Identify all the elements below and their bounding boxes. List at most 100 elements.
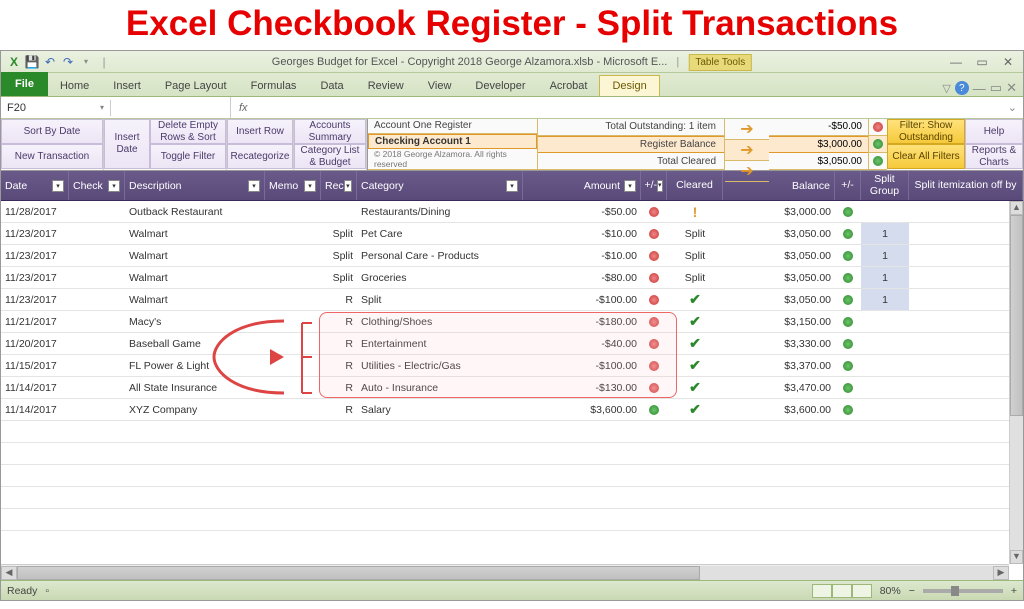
cell-description[interactable]: Walmart — [125, 267, 265, 288]
cell-category[interactable]: Personal Care - Products — [357, 245, 523, 266]
cell-category[interactable]: Split — [357, 289, 523, 310]
cell-date[interactable]: 11/28/2017 — [1, 201, 69, 222]
table-row[interactable]: 11/15/2017FL Power & LightRUtilities - E… — [1, 355, 1023, 377]
cell-balance[interactable]: $3,470.00 — [723, 377, 835, 398]
recategorize-button[interactable]: Recategorize — [227, 144, 293, 169]
cell-split-off[interactable] — [909, 201, 1023, 222]
cell-category[interactable]: Utilities - Electric/Gas — [357, 355, 523, 376]
cell-amount[interactable]: -$50.00 — [523, 201, 641, 222]
cell-cleared[interactable]: ✔ — [667, 333, 723, 354]
cell-split-off[interactable] — [909, 223, 1023, 244]
sort-by-date-button[interactable]: Sort By Date — [1, 119, 103, 144]
col-date[interactable]: Date▾ — [1, 171, 69, 200]
table-tools-tab[interactable]: Table Tools — [688, 54, 752, 71]
cell-split-group[interactable] — [861, 355, 909, 376]
col-cleared[interactable]: Cleared — [667, 171, 723, 200]
cell-check[interactable] — [69, 289, 125, 310]
cell-split-off[interactable] — [909, 399, 1023, 420]
cell-amount[interactable]: -$40.00 — [523, 333, 641, 354]
table-row[interactable]: 11/23/2017WalmartSplitGroceries-$80.00Sp… — [1, 267, 1023, 289]
acrobat-tab[interactable]: Acrobat — [538, 76, 600, 96]
cell-rec[interactable]: Split — [321, 267, 357, 288]
macro-record-icon[interactable]: ▫ — [45, 585, 49, 597]
close-icon[interactable]: ✕ — [997, 55, 1019, 69]
cell-split-off[interactable] — [909, 289, 1023, 310]
cell-description[interactable]: Baseball Game — [125, 333, 265, 354]
formulas-tab[interactable]: Formulas — [239, 76, 309, 96]
category-list-button[interactable]: Category List & Budget — [294, 144, 366, 169]
cell-rec[interactable]: Split — [321, 223, 357, 244]
cell-memo[interactable] — [265, 333, 321, 354]
cell-split-group[interactable]: 1 — [861, 267, 909, 288]
name-box[interactable]: F20▾ — [1, 100, 111, 116]
cell-amount[interactable]: -$80.00 — [523, 267, 641, 288]
insert-row-button[interactable]: Insert Row — [227, 119, 293, 144]
cell-date[interactable]: 11/21/2017 — [1, 311, 69, 332]
cell-date[interactable]: 11/23/2017 — [1, 267, 69, 288]
page-break-view-icon[interactable] — [852, 584, 872, 598]
col-balance[interactable]: Balance — [723, 171, 835, 200]
table-row[interactable]: 11/23/2017WalmartRSplit-$100.00✔$3,050.0… — [1, 289, 1023, 311]
cell-check[interactable] — [69, 311, 125, 332]
cell-category[interactable]: Pet Care — [357, 223, 523, 244]
cell-category[interactable]: Auto - Insurance — [357, 377, 523, 398]
excel-icon[interactable]: X — [5, 53, 23, 71]
cell-split-group[interactable]: 1 — [861, 245, 909, 266]
cell-memo[interactable] — [265, 377, 321, 398]
cell-rec[interactable]: R — [321, 399, 357, 420]
home-tab[interactable]: Home — [48, 76, 101, 96]
ribbon-minimize-icon[interactable]: ▽ — [942, 82, 950, 95]
scroll-right-icon[interactable]: ▶ — [993, 566, 1009, 580]
account-name[interactable]: Checking Account 1 — [368, 134, 537, 150]
data-tab[interactable]: Data — [308, 76, 355, 96]
cell-description[interactable]: All State Insurance — [125, 377, 265, 398]
qat-customize-icon[interactable]: ▾ — [77, 53, 95, 71]
cell-amount[interactable]: -$100.00 — [523, 355, 641, 376]
col-description[interactable]: Description▾ — [125, 171, 265, 200]
cell-category[interactable]: Groceries — [357, 267, 523, 288]
cell-rec[interactable]: R — [321, 289, 357, 310]
maximize-icon[interactable]: ▭ — [971, 55, 993, 69]
cell-description[interactable]: Walmart — [125, 245, 265, 266]
cell-cleared[interactable]: ✔ — [667, 399, 723, 420]
cell-split-off[interactable] — [909, 311, 1023, 332]
cell-split-group[interactable] — [861, 333, 909, 354]
cell-rec[interactable]: R — [321, 377, 357, 398]
cell-check[interactable] — [69, 355, 125, 376]
scroll-thumb[interactable] — [1010, 215, 1023, 416]
cell-check[interactable] — [69, 201, 125, 222]
cell-description[interactable]: Macy's — [125, 311, 265, 332]
table-row[interactable]: 11/20/2017Baseball GameREntertainment-$4… — [1, 333, 1023, 355]
cell-split-group[interactable] — [861, 201, 909, 222]
filter-show-outstanding-button[interactable]: Filter: Show Outstanding — [887, 119, 965, 144]
col-rec[interactable]: Rec▾ — [321, 171, 357, 200]
cell-date[interactable]: 11/23/2017 — [1, 245, 69, 266]
cell-split-off[interactable] — [909, 355, 1023, 376]
cell-date[interactable]: 11/23/2017 — [1, 223, 69, 244]
save-icon[interactable]: 💾 — [23, 53, 41, 71]
cell-amount[interactable]: -$10.00 — [523, 245, 641, 266]
minimize-icon[interactable]: — — [945, 55, 967, 69]
cell-balance[interactable]: $3,600.00 — [723, 399, 835, 420]
cell-split-group[interactable]: 1 — [861, 223, 909, 244]
col-plus-minus-1[interactable]: +/-▾ — [641, 171, 667, 200]
cell-split-group[interactable] — [861, 311, 909, 332]
cell-split-group[interactable]: 1 — [861, 289, 909, 310]
cell-split-group[interactable] — [861, 377, 909, 398]
cell-check[interactable] — [69, 245, 125, 266]
cell-date[interactable]: 11/23/2017 — [1, 289, 69, 310]
cell-category[interactable]: Entertainment — [357, 333, 523, 354]
empty-row[interactable] — [1, 465, 1023, 487]
zoom-level[interactable]: 80% — [880, 585, 901, 597]
cell-category[interactable]: Salary — [357, 399, 523, 420]
empty-row[interactable] — [1, 421, 1023, 443]
cell-balance[interactable]: $3,150.00 — [723, 311, 835, 332]
cell-memo[interactable] — [265, 267, 321, 288]
cell-rec[interactable]: R — [321, 333, 357, 354]
page-layout-tab[interactable]: Page Layout — [153, 76, 239, 96]
accounts-summary-button[interactable]: Accounts Summary — [294, 119, 366, 144]
table-row[interactable]: 11/28/2017Outback RestaurantRestaurants/… — [1, 201, 1023, 223]
col-plus-minus-2[interactable]: +/- — [835, 171, 861, 200]
cell-memo[interactable] — [265, 355, 321, 376]
col-check[interactable]: Check▾ — [69, 171, 125, 200]
